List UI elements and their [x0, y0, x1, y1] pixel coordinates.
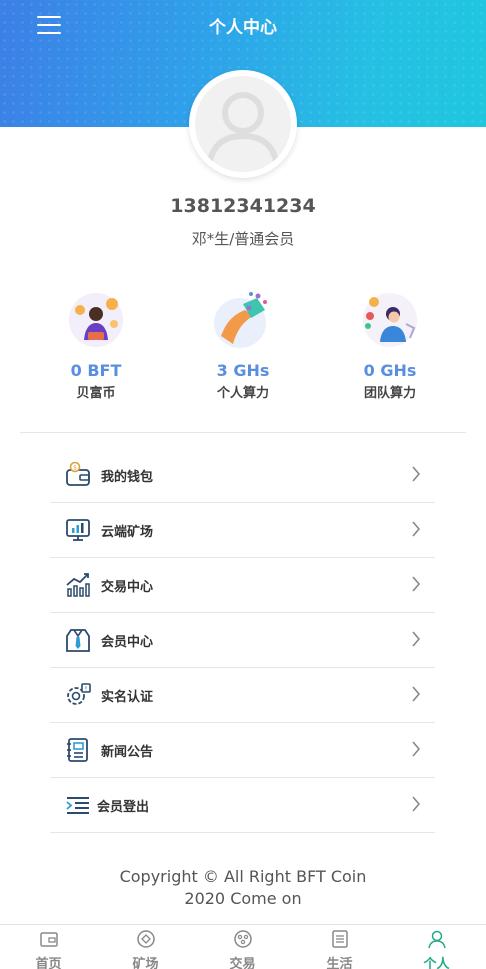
home-icon: [39, 932, 58, 947]
menu-item-label: 新闻公告: [101, 745, 154, 760]
menu-item-label: 会员中心: [101, 635, 154, 650]
stat-label: 个人算力: [216, 386, 269, 401]
life-icon: [331, 930, 348, 948]
coin-wallet-illustration-icon: [66, 290, 126, 350]
personal-hashrate-illustration-icon: [213, 290, 273, 350]
tab-label: 生活: [326, 957, 353, 969]
wallet-icon: $: [66, 461, 90, 486]
svg-text:$: $: [73, 465, 77, 472]
tab-bar: 首页 矿场 交易 生活 个人: [0, 924, 486, 969]
tab-mine[interactable]: 矿场: [97, 927, 194, 969]
menu-item-label: 会员登出: [97, 800, 150, 815]
stat-team-hashrate[interactable]: 0 GHs 团队算力: [330, 290, 450, 401]
stat-value: 3 GHs: [216, 361, 270, 380]
tab-label: 交易: [229, 957, 256, 969]
menu-item-news[interactable]: 新闻公告: [50, 723, 435, 778]
stat-value: 0 BFT: [70, 361, 122, 380]
divider: [20, 432, 466, 433]
menu-item-member-center[interactable]: 会员中心: [50, 613, 435, 668]
stat-personal-hashrate[interactable]: 3 GHs 个人算力: [183, 290, 303, 401]
person-icon: [427, 930, 446, 949]
chevron-right-icon: [412, 576, 421, 592]
verify-icon: !: [67, 683, 91, 705]
stat-value: 0 GHs: [363, 361, 417, 380]
tab-life[interactable]: 生活: [291, 927, 388, 969]
trade-chart-icon: [66, 573, 90, 597]
tab-label: 矿场: [132, 957, 159, 969]
menu-item-label: 我的钱包: [101, 470, 154, 485]
menu-item-label: 交易中心: [101, 580, 154, 595]
menu-item-cloud-mining[interactable]: 云端矿场: [50, 503, 435, 558]
chevron-right-icon: [412, 466, 421, 482]
avatar[interactable]: [189, 70, 297, 178]
news-icon: [67, 738, 88, 762]
tab-label: 个人: [423, 957, 450, 969]
stat-label: 贝富币: [76, 386, 116, 401]
chevron-right-icon: [412, 521, 421, 537]
chevron-right-icon: [412, 631, 421, 647]
chevron-right-icon: [412, 741, 421, 757]
stat-bft[interactable]: 0 BFT 贝富币: [36, 290, 156, 401]
svg-text:!: !: [85, 686, 87, 693]
menu-item-trade-center[interactable]: 交易中心: [50, 558, 435, 613]
logout-icon: [66, 797, 89, 814]
copyright-line2: 2020 Come on: [184, 889, 302, 908]
menu-item-label: 实名认证: [101, 690, 154, 705]
cloud-mining-icon: [66, 519, 90, 541]
user-phone: 13812341234: [170, 195, 316, 217]
tab-home[interactable]: 首页: [0, 927, 97, 969]
page-title: 个人中心: [209, 18, 277, 38]
stat-label: 团队算力: [363, 386, 416, 401]
menu-item-wallet[interactable]: $ 我的钱包: [50, 448, 435, 503]
exchange-icon: [233, 930, 252, 948]
copyright: Copyright © All Right BFT Coin 2020 Come…: [0, 866, 486, 910]
team-hashrate-illustration-icon: [360, 290, 420, 350]
user-level: 邓*生/普通会员: [191, 230, 295, 248]
menu-item-label: 云端矿场: [101, 525, 154, 540]
menu-list: $ 我的钱包 云端矿场 交易中心 会员中心 ! 实名认证 新闻公告 会员登出: [50, 448, 435, 833]
tab-exchange[interactable]: 交易: [194, 927, 291, 969]
default-user-avatar-icon: [195, 76, 291, 172]
tab-person[interactable]: 个人: [388, 927, 485, 969]
tab-label: 首页: [35, 957, 62, 969]
menu-item-real-name-verify[interactable]: ! 实名认证: [50, 668, 435, 723]
stats-row: 0 BFT 贝富币 3 GHs 个人算力 0 GHs 团队算力: [0, 290, 486, 405]
chevron-right-icon: [412, 796, 421, 812]
chevron-right-icon: [412, 686, 421, 702]
copyright-line1: Copyright © All Right BFT Coin: [119, 867, 367, 886]
mine-icon: [136, 930, 155, 948]
member-icon: [66, 629, 90, 652]
menu-item-logout[interactable]: 会员登出: [50, 778, 435, 833]
